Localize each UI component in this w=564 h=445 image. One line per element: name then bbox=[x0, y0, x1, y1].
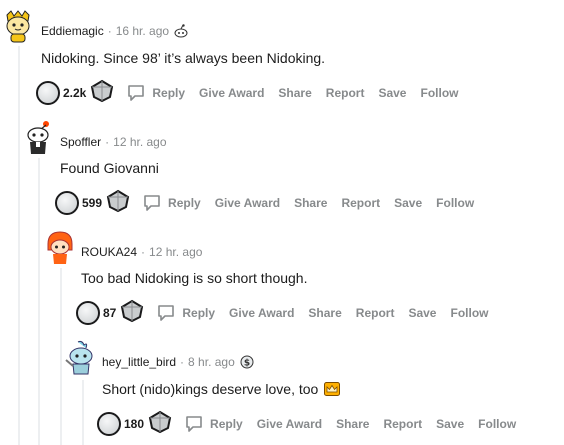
comment-actions: 2.2k Reply Give Award Share Report Save … bbox=[36, 79, 458, 106]
thread-line-1[interactable] bbox=[18, 46, 20, 445]
follow-button[interactable]: Follow bbox=[478, 417, 516, 431]
comment-actions: 180 Reply Give Award Share Report Save F… bbox=[97, 410, 516, 437]
reply-icon bbox=[144, 194, 160, 211]
give-award-button[interactable]: Give Award bbox=[215, 196, 280, 210]
vote-score: 180 bbox=[124, 416, 145, 431]
thread-line-3[interactable] bbox=[60, 268, 62, 445]
vote-score: 2.2k bbox=[63, 85, 87, 100]
comment-body: Nidoking. Since 98’ it’s always been Nid… bbox=[41, 50, 326, 66]
reply-icon bbox=[158, 304, 175, 321]
report-button[interactable]: Report bbox=[356, 306, 395, 320]
separator-dot: · bbox=[105, 135, 110, 149]
vote-score: 599 bbox=[82, 195, 103, 210]
reply-button[interactable]: Reply bbox=[142, 193, 201, 213]
username[interactable]: hey_little_bird bbox=[102, 355, 176, 369]
separator-dot: · bbox=[180, 355, 185, 369]
avatar[interactable] bbox=[22, 120, 54, 154]
comment-meta: ROUKA24 · 12 hr. ago bbox=[81, 245, 202, 259]
give-award-button[interactable]: Give Award bbox=[199, 86, 264, 100]
share-button[interactable]: Share bbox=[308, 306, 341, 320]
give-award-button[interactable]: Give Award bbox=[229, 306, 294, 320]
downvote-gem-icon[interactable] bbox=[148, 410, 172, 437]
share-button[interactable]: Share bbox=[336, 417, 369, 431]
reply-label: Reply bbox=[168, 195, 201, 210]
reply-label: Reply bbox=[182, 305, 216, 320]
avatar[interactable] bbox=[64, 340, 96, 375]
snoo-flair-icon bbox=[173, 24, 189, 38]
downvote-gem-icon[interactable] bbox=[106, 189, 130, 216]
thread-line-4[interactable] bbox=[82, 380, 84, 445]
report-button[interactable]: Report bbox=[341, 196, 380, 210]
reply-button[interactable]: Reply bbox=[126, 83, 185, 103]
reply-label: Reply bbox=[152, 85, 186, 100]
downvote-gem-icon[interactable] bbox=[90, 79, 114, 106]
upvote-button[interactable] bbox=[76, 300, 100, 325]
save-button[interactable]: Save bbox=[408, 306, 436, 320]
username[interactable]: ROUKA24 bbox=[81, 245, 137, 259]
timestamp[interactable]: 8 hr. ago bbox=[188, 355, 235, 369]
thread-line-2[interactable] bbox=[38, 158, 40, 445]
reply-button[interactable]: Reply bbox=[184, 414, 243, 434]
comment-meta: Spoffler · 12 hr. ago bbox=[60, 135, 167, 149]
reply-icon bbox=[128, 84, 145, 101]
save-button[interactable]: Save bbox=[378, 86, 406, 100]
reply-icon bbox=[186, 415, 202, 432]
comment-body: Found Giovanni bbox=[60, 160, 159, 176]
save-button[interactable]: Save bbox=[436, 417, 464, 431]
comment-meta: hey_little_bird · 8 hr. ago $ bbox=[102, 355, 255, 369]
separator-dot: · bbox=[141, 245, 146, 259]
money-flair-icon: $ bbox=[239, 355, 255, 369]
follow-button[interactable]: Follow bbox=[436, 196, 474, 210]
share-button[interactable]: Share bbox=[278, 86, 311, 100]
comment-actions: 87 Reply Give Award Share Report Save Fo… bbox=[76, 299, 488, 326]
avatar[interactable] bbox=[2, 9, 34, 43]
timestamp[interactable]: 12 hr. ago bbox=[149, 245, 202, 259]
timestamp[interactable]: 12 hr. ago bbox=[113, 135, 166, 149]
comment-meta: Eddiemagic · 16 hr. ago bbox=[41, 24, 189, 38]
follow-button[interactable]: Follow bbox=[450, 306, 488, 320]
report-button[interactable]: Report bbox=[326, 86, 365, 100]
report-button[interactable]: Report bbox=[383, 417, 422, 431]
reply-label: Reply bbox=[210, 416, 243, 431]
username[interactable]: Eddiemagic bbox=[41, 24, 104, 38]
comment-body: Short (nido)kings deserve love, too bbox=[102, 381, 341, 397]
upvote-button[interactable] bbox=[55, 190, 79, 215]
upvote-button[interactable] bbox=[97, 411, 121, 436]
crown-icon bbox=[324, 382, 341, 396]
save-button[interactable]: Save bbox=[394, 196, 422, 210]
reply-button[interactable]: Reply bbox=[156, 303, 215, 323]
vote-score: 87 bbox=[103, 305, 117, 320]
avatar[interactable] bbox=[44, 230, 76, 264]
upvote-button[interactable] bbox=[36, 80, 60, 105]
downvote-gem-icon[interactable] bbox=[120, 299, 144, 326]
svg-text:$: $ bbox=[244, 359, 250, 369]
username[interactable]: Spoffler bbox=[60, 135, 101, 149]
comment-body-text: Short (nido)kings deserve love, too bbox=[102, 381, 319, 397]
comment-actions: 599 Reply Give Award Share Report Save F… bbox=[55, 189, 474, 216]
comment-body: Too bad Nidoking is so short though. bbox=[81, 270, 308, 286]
separator-dot: · bbox=[107, 24, 112, 38]
give-award-button[interactable]: Give Award bbox=[257, 417, 322, 431]
timestamp[interactable]: 16 hr. ago bbox=[116, 24, 169, 38]
follow-button[interactable]: Follow bbox=[420, 86, 458, 100]
share-button[interactable]: Share bbox=[294, 196, 327, 210]
